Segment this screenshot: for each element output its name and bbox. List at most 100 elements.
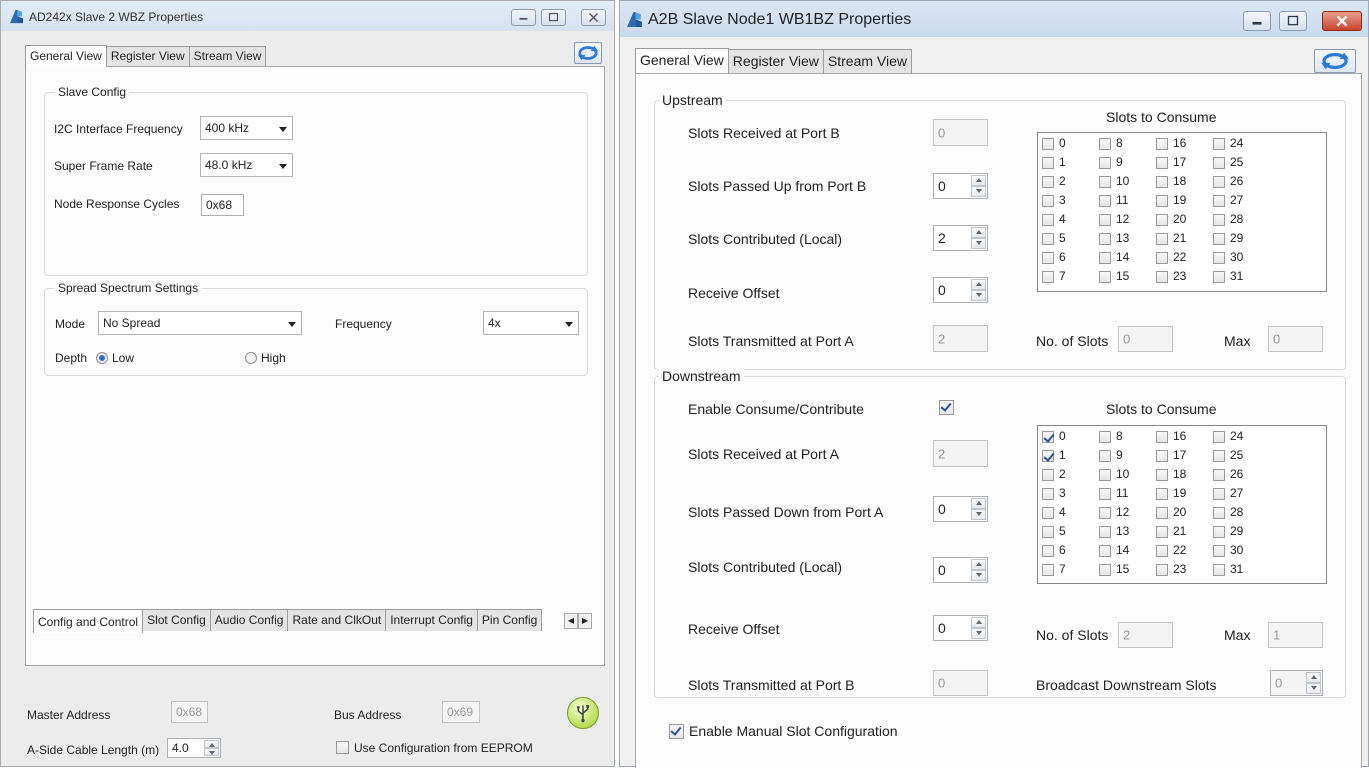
node-response-cycles-input[interactable]: 0x68 <box>201 194 244 216</box>
enable-consume-contribute-checkbox[interactable] <box>939 400 954 415</box>
slot-checkbox-24[interactable] <box>1213 431 1225 443</box>
tab-audio-config[interactable]: Audio Config <box>209 609 289 631</box>
tab-general-view[interactable]: General View <box>635 48 729 73</box>
slot-checkbox-15[interactable] <box>1099 564 1111 576</box>
down-receive-offset-stepper[interactable]: 0 <box>933 615 988 641</box>
tab-register-view[interactable]: Register View <box>727 49 824 73</box>
slot-checkbox-23[interactable] <box>1156 271 1168 283</box>
slot-checkbox-22[interactable] <box>1156 545 1168 557</box>
slot-checkbox-0[interactable] <box>1042 431 1054 443</box>
down-passed-stepper[interactable]: 0 <box>933 496 988 522</box>
slot-checkbox-5[interactable] <box>1042 526 1054 538</box>
slot-checkbox-14[interactable] <box>1099 545 1111 557</box>
tab-register-view[interactable]: Register View <box>105 46 190 67</box>
slot-checkbox-13[interactable] <box>1099 233 1111 245</box>
tab-stream-view[interactable]: Stream View <box>188 46 267 67</box>
slot-checkbox-20[interactable] <box>1156 507 1168 519</box>
slot-checkbox-0[interactable] <box>1042 138 1054 150</box>
up-receive-offset-stepper[interactable]: 0 <box>933 277 988 303</box>
spin-up-icon[interactable] <box>971 498 986 509</box>
spin-up-icon[interactable] <box>971 279 986 290</box>
slot-checkbox-9[interactable] <box>1099 157 1111 169</box>
spin-down-icon[interactable] <box>1306 683 1321 694</box>
spin-down-icon[interactable] <box>971 186 986 197</box>
slot-checkbox-6[interactable] <box>1042 545 1054 557</box>
slot-checkbox-17[interactable] <box>1156 450 1168 462</box>
tab-slot-config[interactable]: Slot Config <box>142 609 211 631</box>
slot-checkbox-23[interactable] <box>1156 564 1168 576</box>
tab-pin-config[interactable]: Pin Config <box>476 609 543 631</box>
slot-checkbox-7[interactable] <box>1042 271 1054 283</box>
slot-checkbox-3[interactable] <box>1042 488 1054 500</box>
up-passed-stepper[interactable]: 0 <box>933 173 988 199</box>
tab-config-and-control[interactable]: Config and Control <box>33 609 144 633</box>
slot-checkbox-31[interactable] <box>1213 564 1225 576</box>
use-eeprom-checkbox[interactable] <box>336 741 349 754</box>
slot-checkbox-25[interactable] <box>1213 157 1225 169</box>
slot-checkbox-17[interactable] <box>1156 157 1168 169</box>
slot-checkbox-29[interactable] <box>1213 233 1225 245</box>
depth-high-radio[interactable] <box>245 352 257 364</box>
slot-checkbox-26[interactable] <box>1213 176 1225 188</box>
spread-frequency-select[interactable]: 4x <box>483 311 579 335</box>
slot-checkbox-27[interactable] <box>1213 195 1225 207</box>
slot-checkbox-15[interactable] <box>1099 271 1111 283</box>
slot-checkbox-4[interactable] <box>1042 214 1054 226</box>
slot-checkbox-8[interactable] <box>1099 431 1111 443</box>
cable-length-stepper[interactable]: 4.0 <box>167 738 221 758</box>
left-title-bar[interactable]: AD242x Slave 2 WBZ Properties <box>1 1 614 31</box>
slot-checkbox-5[interactable] <box>1042 233 1054 245</box>
slot-checkbox-28[interactable] <box>1213 214 1225 226</box>
slot-checkbox-8[interactable] <box>1099 138 1111 150</box>
right-title-bar[interactable]: A2B Slave Node1 WB1BZ Properties <box>620 1 1368 37</box>
spin-down-icon[interactable] <box>204 748 219 756</box>
i2c-frequency-select[interactable]: 400 kHz <box>200 116 293 140</box>
slot-checkbox-22[interactable] <box>1156 252 1168 264</box>
slot-checkbox-24[interactable] <box>1213 138 1225 150</box>
spin-up-icon[interactable] <box>1306 672 1321 683</box>
maximize-button[interactable] <box>1279 11 1307 31</box>
spin-up-icon[interactable] <box>971 559 986 570</box>
slot-checkbox-10[interactable] <box>1099 176 1111 188</box>
refresh-button[interactable] <box>574 42 602 64</box>
tab-stream-view[interactable]: Stream View <box>822 49 913 73</box>
slot-checkbox-10[interactable] <box>1099 469 1111 481</box>
spin-up-icon[interactable] <box>971 617 986 628</box>
slot-checkbox-16[interactable] <box>1156 138 1168 150</box>
spin-up-icon[interactable] <box>971 227 986 238</box>
broadcast-downstream-stepper[interactable]: 0 <box>1270 670 1323 696</box>
slot-checkbox-7[interactable] <box>1042 564 1054 576</box>
tab-rate-and-clkout[interactable]: Rate and ClkOut <box>287 609 387 631</box>
slot-checkbox-19[interactable] <box>1156 488 1168 500</box>
spin-down-icon[interactable] <box>971 238 986 249</box>
spin-down-icon[interactable] <box>971 509 986 520</box>
slot-checkbox-27[interactable] <box>1213 488 1225 500</box>
slot-checkbox-9[interactable] <box>1099 450 1111 462</box>
minimize-button[interactable] <box>511 9 536 26</box>
slot-checkbox-3[interactable] <box>1042 195 1054 207</box>
slot-checkbox-11[interactable] <box>1099 488 1111 500</box>
spin-down-icon[interactable] <box>971 290 986 301</box>
tab-scroll-right-button[interactable]: ▶ <box>578 613 592 629</box>
depth-low-radio[interactable] <box>96 352 108 364</box>
slot-checkbox-26[interactable] <box>1213 469 1225 481</box>
slot-checkbox-30[interactable] <box>1213 252 1225 264</box>
spin-down-icon[interactable] <box>971 628 986 639</box>
tab-scroll-left-button[interactable]: ◀ <box>564 613 578 629</box>
slot-checkbox-29[interactable] <box>1213 526 1225 538</box>
close-button[interactable] <box>581 9 606 26</box>
close-button[interactable] <box>1322 11 1362 31</box>
slot-checkbox-19[interactable] <box>1156 195 1168 207</box>
spin-up-icon[interactable] <box>204 740 219 748</box>
slot-checkbox-20[interactable] <box>1156 214 1168 226</box>
slot-checkbox-6[interactable] <box>1042 252 1054 264</box>
slot-checkbox-18[interactable] <box>1156 469 1168 481</box>
slot-checkbox-1[interactable] <box>1042 450 1054 462</box>
slot-checkbox-11[interactable] <box>1099 195 1111 207</box>
slot-checkbox-2[interactable] <box>1042 469 1054 481</box>
usb-connect-button[interactable] <box>567 697 599 729</box>
slot-checkbox-12[interactable] <box>1099 214 1111 226</box>
tab-general-view[interactable]: General View <box>25 45 107 67</box>
slot-checkbox-2[interactable] <box>1042 176 1054 188</box>
maximize-button[interactable] <box>541 9 566 26</box>
